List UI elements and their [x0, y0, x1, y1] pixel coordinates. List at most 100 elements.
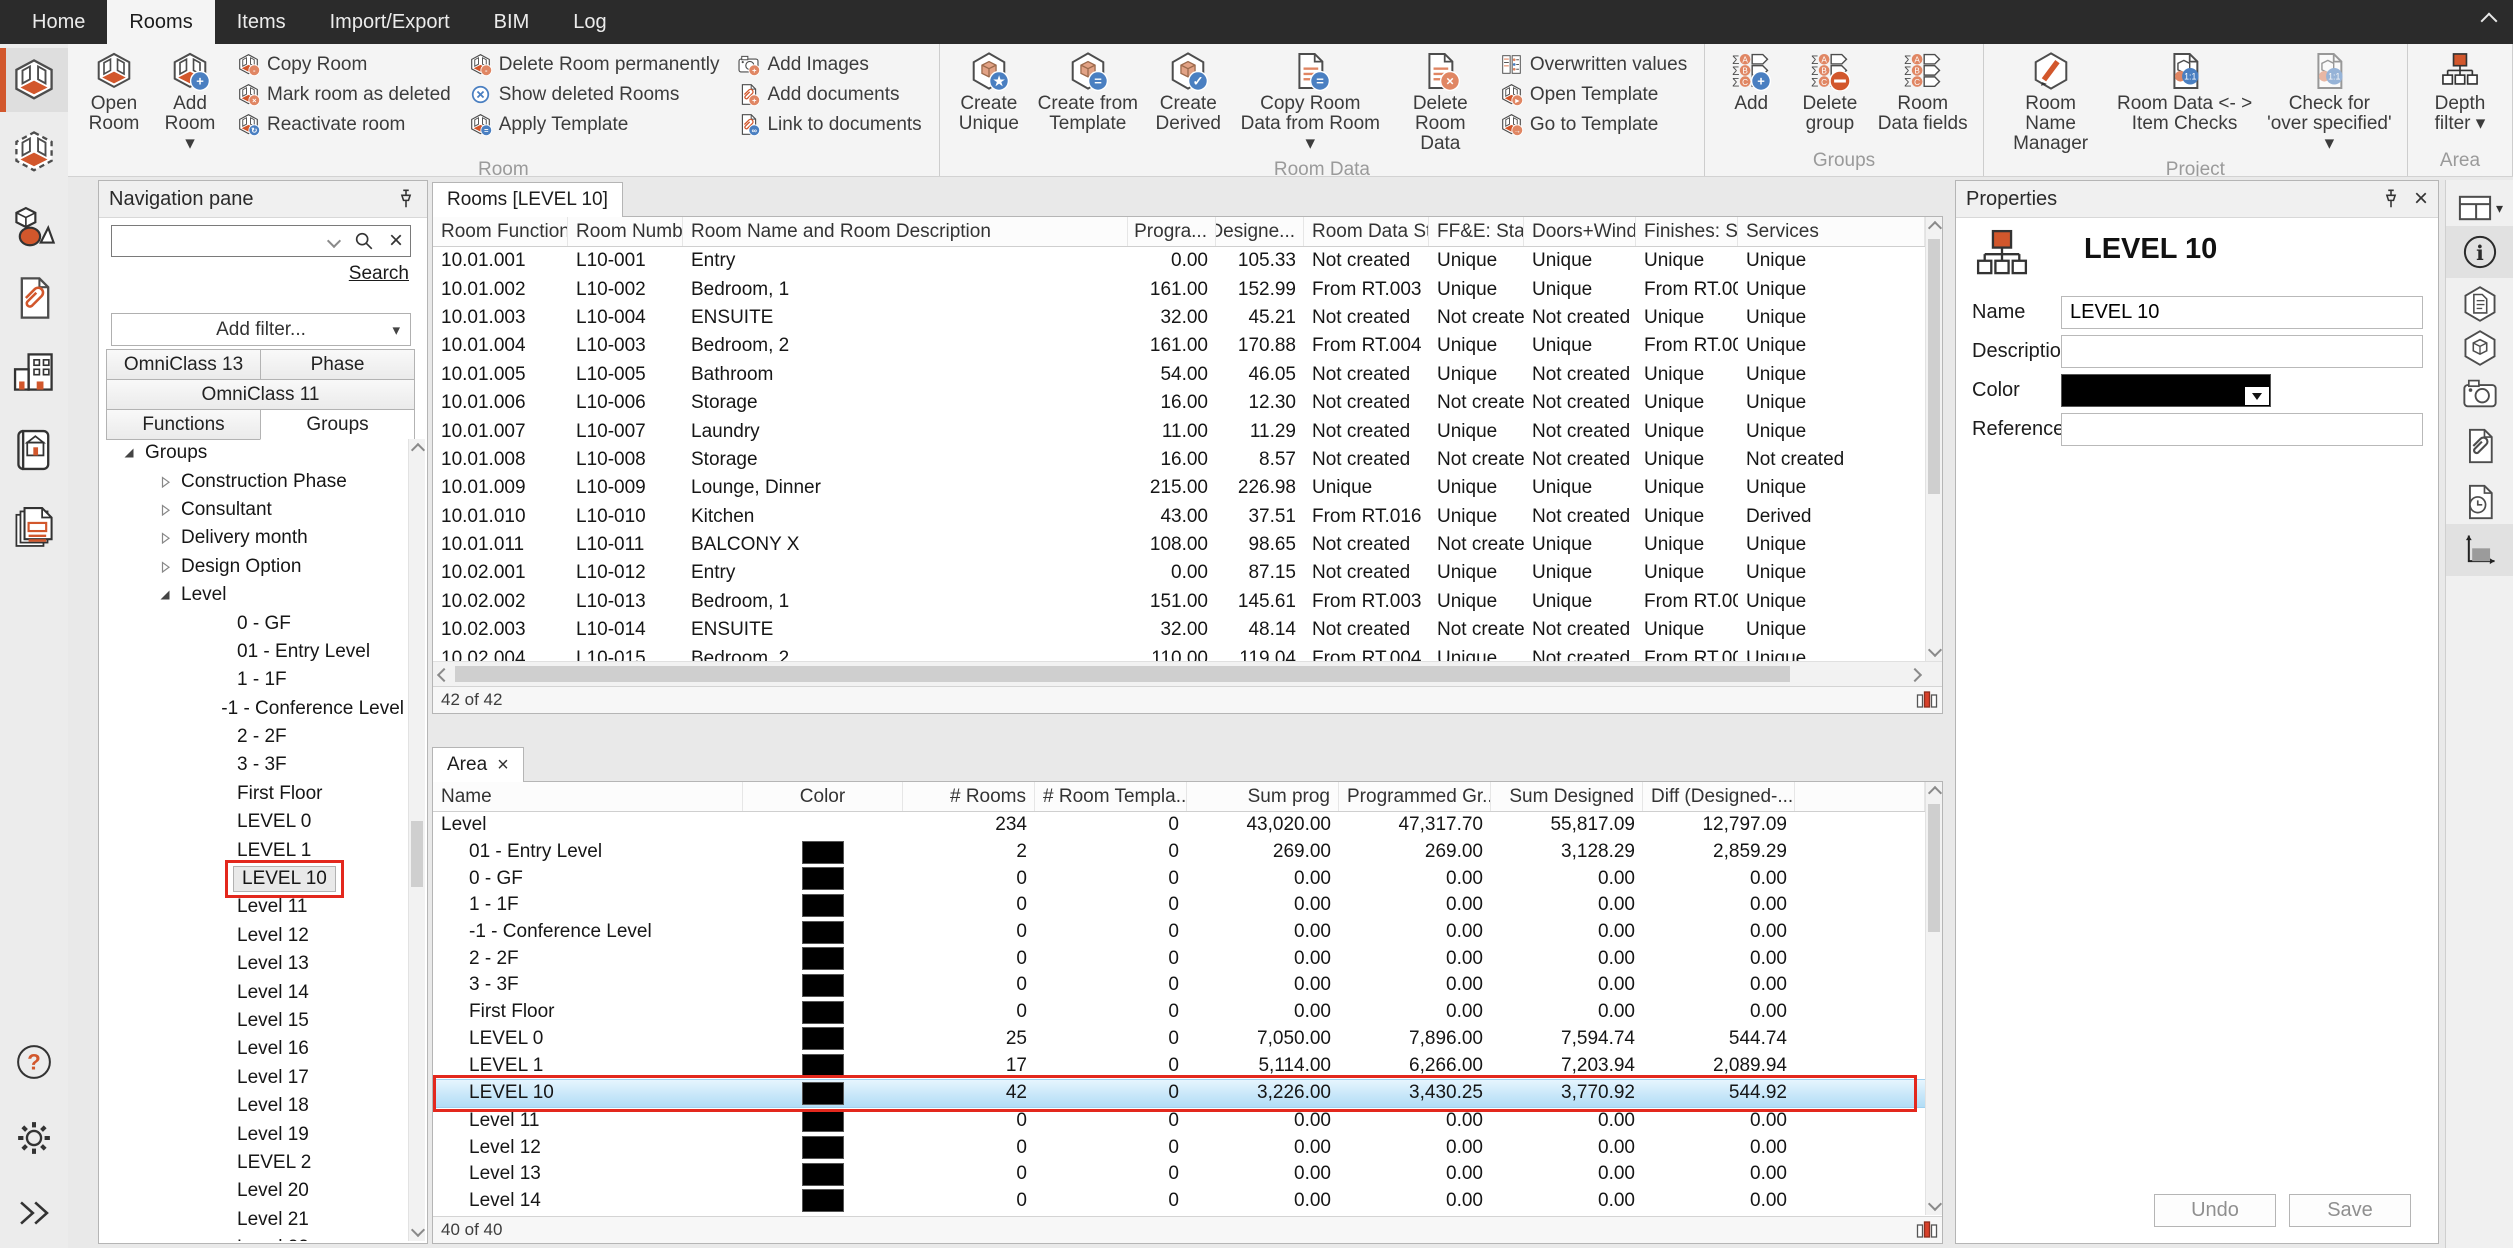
- sidebar-item-reports[interactable]: [0, 499, 68, 555]
- ribbon-collapse-button[interactable]: [2483, 14, 2495, 32]
- rooms-hscrollbar-thumb[interactable]: [455, 666, 1790, 682]
- ribbon-button-delete-group[interactable]: ΣAΣBΣCDelete group: [1789, 48, 1870, 137]
- rooms-column-room-function[interactable]: Room Function #:: [433, 217, 568, 246]
- ribbon-button-open-room[interactable]: Open Room: [76, 48, 152, 137]
- level-color-swatch[interactable]: [802, 921, 844, 944]
- tree-item-level-2[interactable]: LEVEL 2: [101, 1149, 408, 1177]
- area-table-row[interactable]: Level 14000.000.000.000.00: [433, 1188, 1925, 1215]
- name-field[interactable]: [2061, 296, 2423, 329]
- area-table-row[interactable]: 2 - 2F000.000.000.000.00: [433, 945, 1925, 972]
- tree-item-level[interactable]: Level: [101, 581, 408, 609]
- scroll-up-icon[interactable]: [1928, 221, 1942, 235]
- level-color-swatch[interactable]: [802, 1054, 844, 1077]
- pin-icon[interactable]: [2380, 188, 2402, 210]
- collapsed-icon[interactable]: [153, 561, 177, 573]
- chart-indicator-icon[interactable]: [1915, 688, 1939, 712]
- area-tab[interactable]: Area ×: [432, 747, 524, 782]
- collapsed-icon[interactable]: [153, 504, 177, 516]
- ribbon-button-check-for-over-specified[interactable]: 1:1Check for 'over specified' ▾: [2260, 48, 2399, 157]
- ribbon-button-open-template[interactable]: ▸Open Template: [1500, 83, 1687, 106]
- rooms-table-row[interactable]: 10.02.003L10-014ENSUITE32.0048.14Not cre…: [433, 616, 1925, 644]
- rooms-column-designe[interactable]: Designe...: [1216, 217, 1304, 246]
- right-sidebar-item-bim-model[interactable]: [2446, 322, 2513, 374]
- tree-item-level-12[interactable]: Level 12: [101, 922, 408, 950]
- filter-tab-omniclass-11[interactable]: OmniClass 11: [106, 379, 415, 410]
- tree-item-level-13[interactable]: Level 13: [101, 950, 408, 978]
- ribbon-button-apply-template[interactable]: =Apply Template: [469, 113, 720, 136]
- close-panel-icon[interactable]: ×: [2414, 187, 2428, 211]
- sidebar-item-rooms[interactable]: [0, 48, 68, 112]
- ribbon-button-reactivate-room[interactable]: ↻Reactivate room: [237, 113, 451, 136]
- tree-item-design-option[interactable]: Design Option: [101, 553, 408, 581]
- area-column-diff-designed[interactable]: Diff (Designed-...: [1643, 782, 1795, 811]
- tree-item-level-17[interactable]: Level 17: [101, 1064, 408, 1092]
- level-color-swatch[interactable]: [802, 1109, 844, 1132]
- area-table-row[interactable]: Level 13000.000.000.000.00: [433, 1161, 1925, 1188]
- level-color-swatch[interactable]: [802, 1027, 844, 1050]
- rooms-table-row[interactable]: 10.02.001L10-012Entry0.0087.15Not create…: [433, 559, 1925, 587]
- search-options-dropdown[interactable]: [322, 236, 346, 246]
- rooms-tab[interactable]: Rooms [LEVEL 10]: [432, 182, 623, 217]
- area-column-blank[interactable]: [1795, 782, 1925, 811]
- ribbon-button-add-documents[interactable]: +Add documents: [737, 83, 921, 106]
- tree-item-level-0[interactable]: LEVEL 0: [101, 808, 408, 836]
- tree-item-3-3f[interactable]: 3 - 3F: [101, 751, 408, 779]
- sidebar-item-settings[interactable]: [0, 1110, 68, 1166]
- rooms-vertical-scrollbar[interactable]: [1925, 217, 1942, 661]
- rooms-column-ff-e-status[interactable]: FF&E: Status: [1429, 217, 1524, 246]
- area-table-row[interactable]: LEVEL 11705,114.006,266.007,203.942,089.…: [433, 1052, 1925, 1079]
- tree-item-first-floor[interactable]: First Floor: [101, 780, 408, 808]
- ribbon-button-add[interactable]: ΣAΣBΣC+Add: [1713, 48, 1789, 117]
- rooms-table-row[interactable]: 10.01.005L10-005Bathroom54.0046.05Not cr…: [433, 361, 1925, 389]
- ribbon-button-create-derived[interactable]: ✓Create Derived: [1146, 48, 1231, 137]
- tree-item-consultant[interactable]: Consultant: [101, 496, 408, 524]
- save-button[interactable]: Save: [2289, 1194, 2411, 1227]
- tab-bim[interactable]: BIM: [472, 0, 552, 44]
- tree-item-0-gf[interactable]: 0 - GF: [101, 609, 408, 637]
- area-table-row[interactable]: LEVEL 02507,050.007,896.007,594.74544.74: [433, 1026, 1925, 1053]
- level-color-swatch[interactable]: [802, 867, 844, 890]
- area-table-row[interactable]: 3 - 3F000.000.000.000.00: [433, 972, 1925, 999]
- area-table-row[interactable]: First Floor000.000.000.000.00: [433, 999, 1925, 1026]
- rooms-vscrollbar-thumb[interactable]: [1928, 239, 1940, 494]
- level-color-swatch[interactable]: [802, 974, 844, 997]
- ribbon-button-add-room[interactable]: +Add Room ▾: [152, 48, 228, 157]
- level-color-swatch[interactable]: [802, 1082, 844, 1105]
- rooms-horizontal-scrollbar[interactable]: [433, 661, 1942, 686]
- tree-item-1-conference-level[interactable]: -1 - Conference Level: [101, 695, 408, 723]
- area-table-row[interactable]: Level234043,020.0047,317.7055,817.0912,7…: [433, 812, 1925, 839]
- tree-item-level-18[interactable]: Level 18: [101, 1092, 408, 1120]
- sidebar-item-room-templates[interactable]: [0, 124, 68, 180]
- ribbon-button-delete-room-permanently[interactable]: -Delete Room permanently: [469, 53, 720, 76]
- sidebar-item-help[interactable]: ?: [0, 1034, 68, 1090]
- ribbon-button-room-data-item-checks[interactable]: 1:1Room Data <- > Item Checks: [2109, 48, 2259, 137]
- rooms-column-doors-window[interactable]: Doors+Window...: [1524, 217, 1636, 246]
- ribbon-button-depth-filter[interactable]: Depth filter ▾: [2416, 48, 2504, 137]
- level-color-swatch[interactable]: [802, 947, 844, 970]
- ribbon-button-copy-room-data-from-room[interactable]: =Copy Room Data from Room ▾: [1231, 48, 1390, 157]
- area-vscrollbar-thumb[interactable]: [1928, 804, 1940, 932]
- area-table-row[interactable]: Level 12000.000.000.000.00: [433, 1134, 1925, 1161]
- chart-indicator-icon[interactable]: [1915, 1218, 1939, 1242]
- tree-item-level-20[interactable]: Level 20: [101, 1177, 408, 1205]
- tree-scrollbar-thumb[interactable]: [411, 821, 423, 887]
- right-sidebar-item-images[interactable]: [2446, 368, 2513, 420]
- tab-log[interactable]: Log: [551, 0, 628, 44]
- level-color-swatch[interactable]: [802, 1001, 844, 1024]
- rooms-table-row[interactable]: 10.01.006L10-006Storage16.0012.30Not cre…: [433, 389, 1925, 417]
- filter-tab-functions[interactable]: Functions: [106, 409, 261, 440]
- sidebar-item-items[interactable]: [0, 199, 68, 255]
- color-dropdown-icon[interactable]: [2245, 387, 2269, 405]
- sidebar-item-expand[interactable]: [0, 1185, 68, 1241]
- area-table-row[interactable]: 01 - Entry Level20269.00269.003,128.292,…: [433, 839, 1925, 866]
- scroll-up-icon[interactable]: [1928, 786, 1942, 800]
- search-icon[interactable]: [346, 230, 382, 252]
- tree-item-level-11[interactable]: Level 11: [101, 893, 408, 921]
- undo-button[interactable]: Undo: [2154, 1194, 2276, 1227]
- area-column-rooms[interactable]: # Rooms: [903, 782, 1035, 811]
- rooms-column-progra[interactable]: Progra...: [1128, 217, 1216, 246]
- area-column-name[interactable]: Name: [433, 782, 743, 811]
- area-column-sum-designed[interactable]: Sum Designed: [1491, 782, 1643, 811]
- tree-item-level-15[interactable]: Level 15: [101, 1007, 408, 1035]
- area-column-color[interactable]: Color: [743, 782, 903, 811]
